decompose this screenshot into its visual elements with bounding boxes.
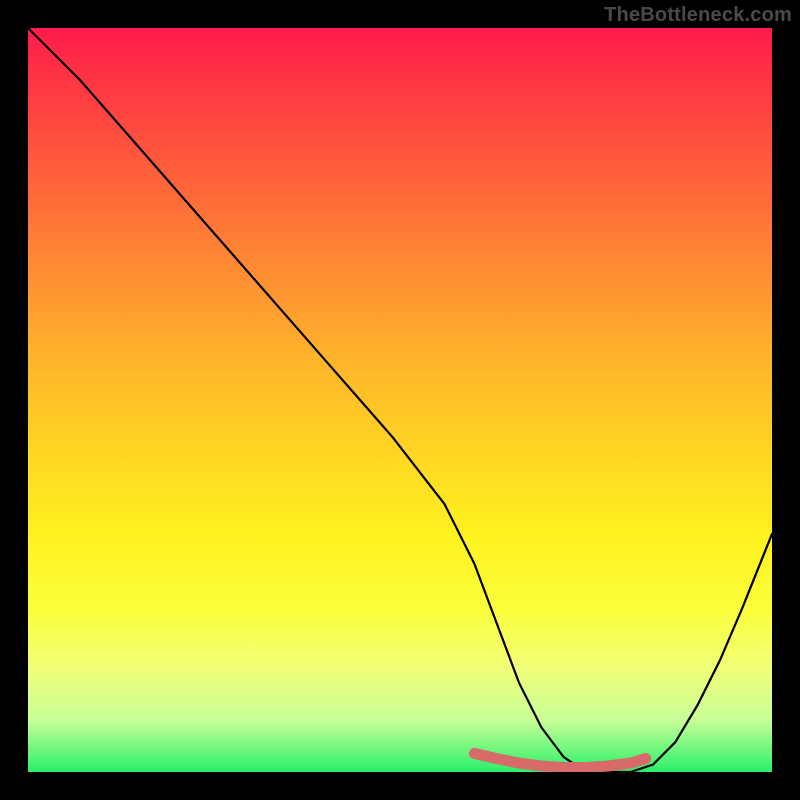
bottleneck-curve	[28, 28, 772, 772]
chart-svg	[28, 28, 772, 772]
chart-frame: TheBottleneck.com	[0, 0, 800, 800]
highlight-end-dot	[640, 753, 651, 764]
watermark-text: TheBottleneck.com	[604, 4, 792, 27]
highlight-segment	[474, 753, 645, 767]
plot-area	[28, 28, 772, 772]
